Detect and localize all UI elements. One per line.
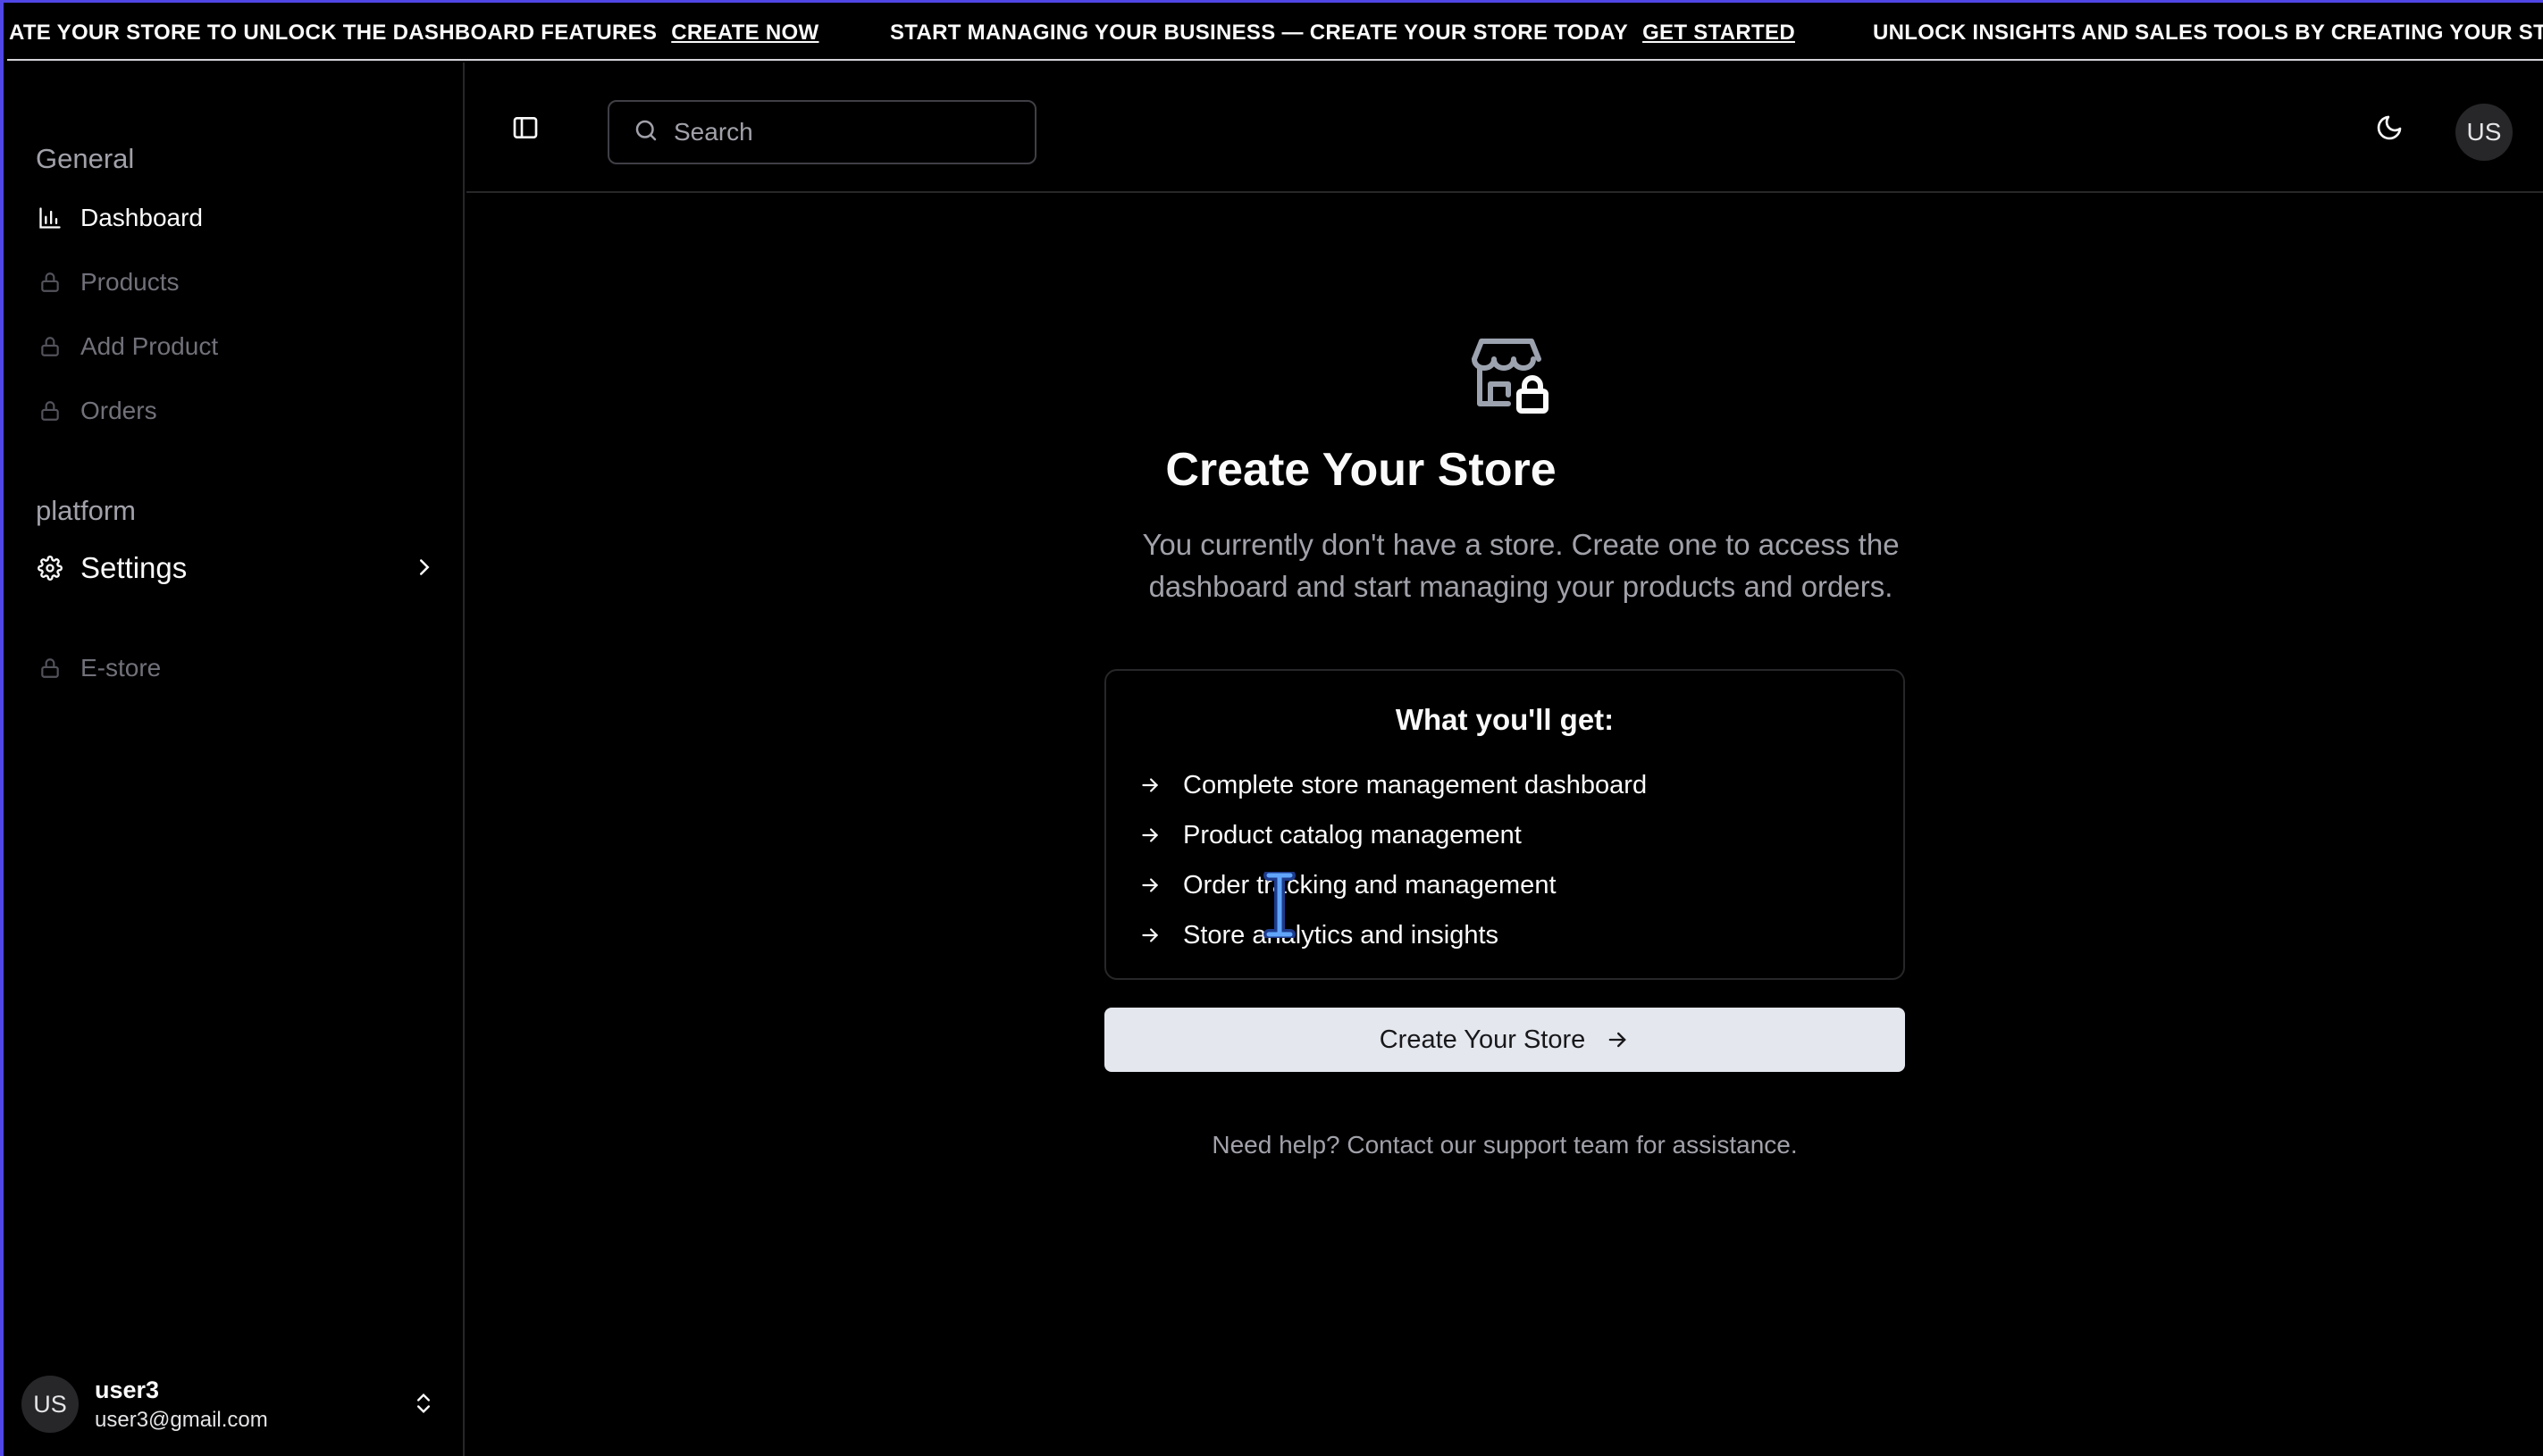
sidebar-item-e-store[interactable]: E-store — [36, 643, 438, 693]
panel-left-icon — [511, 113, 540, 145]
list-item: Product catalog management — [1138, 810, 1903, 860]
lock-icon — [36, 268, 64, 297]
gear-icon — [36, 554, 64, 582]
arrow-right-icon — [1138, 774, 1163, 797]
banner-item: ATE YOUR STORE TO UNLOCK THE DASHBOARD F… — [9, 5, 818, 59]
list-item: Store analytics and insights — [1138, 910, 1903, 960]
sidebar-group-platform: platform — [36, 495, 136, 526]
text-cursor-icon — [1262, 870, 1297, 942]
feature-text: Store analytics and insights — [1183, 920, 1499, 950]
sidebar-item-label: Add Product — [80, 332, 219, 360]
features-title: What you'll get: — [1395, 703, 1615, 736]
user-name: user3 — [95, 1376, 160, 1403]
bar-chart-icon — [36, 204, 64, 232]
sidebar-item-products[interactable]: Products — [36, 257, 438, 307]
sidebar-item-add-product[interactable]: Add Product — [36, 322, 438, 372]
list-item: Complete store management dashboard — [1138, 760, 1903, 810]
search-box[interactable] — [608, 100, 1037, 164]
sidebar-group-general: General — [36, 143, 135, 174]
sidebar-item-dashboard[interactable]: Dashboard — [36, 193, 438, 243]
feature-text: Complete store management dashboard — [1183, 770, 1648, 799]
sidebar-item-label: Dashboard — [80, 204, 203, 231]
feature-text: Product catalog management — [1183, 820, 1522, 849]
top-header: US — [466, 63, 2543, 193]
features-list: Complete store management dashboard Prod… — [1138, 760, 1903, 960]
features-card: What you'll get: Complete store manageme… — [1104, 669, 1905, 980]
sidebar-item-label: Orders — [80, 397, 157, 424]
user-email: user3@gmail.com — [95, 1407, 268, 1432]
sidebar: General Dashboard Products Add Product O… — [7, 63, 465, 1456]
lock-icon — [36, 397, 64, 425]
page-title: Create Your Store — [1165, 444, 1557, 496]
sidebar-toggle-button[interactable] — [506, 109, 545, 148]
app-window: ATE YOUR STORE TO UNLOCK THE DASHBOARD F… — [0, 0, 2543, 1456]
help-text: Need help? Contact our support team for … — [1212, 1131, 1798, 1159]
page-description: You currently don't have a store. Create… — [1142, 528, 1900, 603]
banner-item: START MANAGING YOUR BUSINESS — CREATE YO… — [890, 5, 1795, 59]
create-store-button[interactable]: Create Your Store — [1104, 1008, 1905, 1072]
banner-item: UNLOCK INSIGHTS AND SALES TOOLS BY CREAT… — [1873, 5, 2543, 59]
chevron-right-icon — [411, 554, 438, 585]
banner-message: START MANAGING YOUR BUSINESS — CREATE YO… — [890, 21, 1629, 45]
arrow-right-icon — [1138, 874, 1163, 897]
feature-text: Order tracking and management — [1183, 870, 1557, 900]
create-now-link[interactable]: CREATE NOW — [671, 21, 818, 46]
lock-icon — [36, 654, 64, 682]
store-lock-icon — [1464, 327, 1557, 424]
user-menu[interactable]: US user3 user3@gmail.com — [21, 1367, 449, 1442]
sidebar-item-label: E-store — [80, 654, 162, 682]
search-icon — [633, 117, 659, 148]
user-meta: user3 user3@gmail.com — [95, 1377, 268, 1433]
sidebar-item-settings[interactable]: Settings — [36, 543, 438, 593]
arrow-right-icon — [1138, 824, 1163, 847]
avatar: US — [21, 1376, 79, 1433]
sidebar-item-orders[interactable]: Orders — [36, 386, 438, 436]
main-content: Create Your Store You currently don't ha… — [466, 193, 2543, 1456]
arrow-right-icon — [1138, 924, 1163, 947]
sidebar-item-label: Settings — [80, 551, 188, 584]
search-input[interactable] — [674, 118, 1013, 146]
announcement-banner: ATE YOUR STORE TO UNLOCK THE DASHBOARD F… — [7, 5, 2543, 61]
theme-toggle-button[interactable] — [2370, 109, 2409, 148]
list-item: Order tracking and management — [1138, 860, 1903, 910]
header-avatar[interactable]: US — [2455, 104, 2513, 161]
banner-message: UNLOCK INSIGHTS AND SALES TOOLS BY CREAT… — [1873, 21, 2543, 45]
lock-icon — [36, 332, 64, 361]
moon-icon — [2375, 113, 2404, 145]
create-store-label: Create Your Store — [1379, 1025, 1586, 1054]
banner-message: ATE YOUR STORE TO UNLOCK THE DASHBOARD F… — [9, 21, 658, 45]
get-started-link[interactable]: GET STARTED — [1642, 21, 1795, 46]
chevrons-up-down-icon — [411, 1388, 436, 1423]
arrow-right-icon — [1605, 1027, 1630, 1052]
sidebar-item-label: Products — [80, 268, 180, 296]
